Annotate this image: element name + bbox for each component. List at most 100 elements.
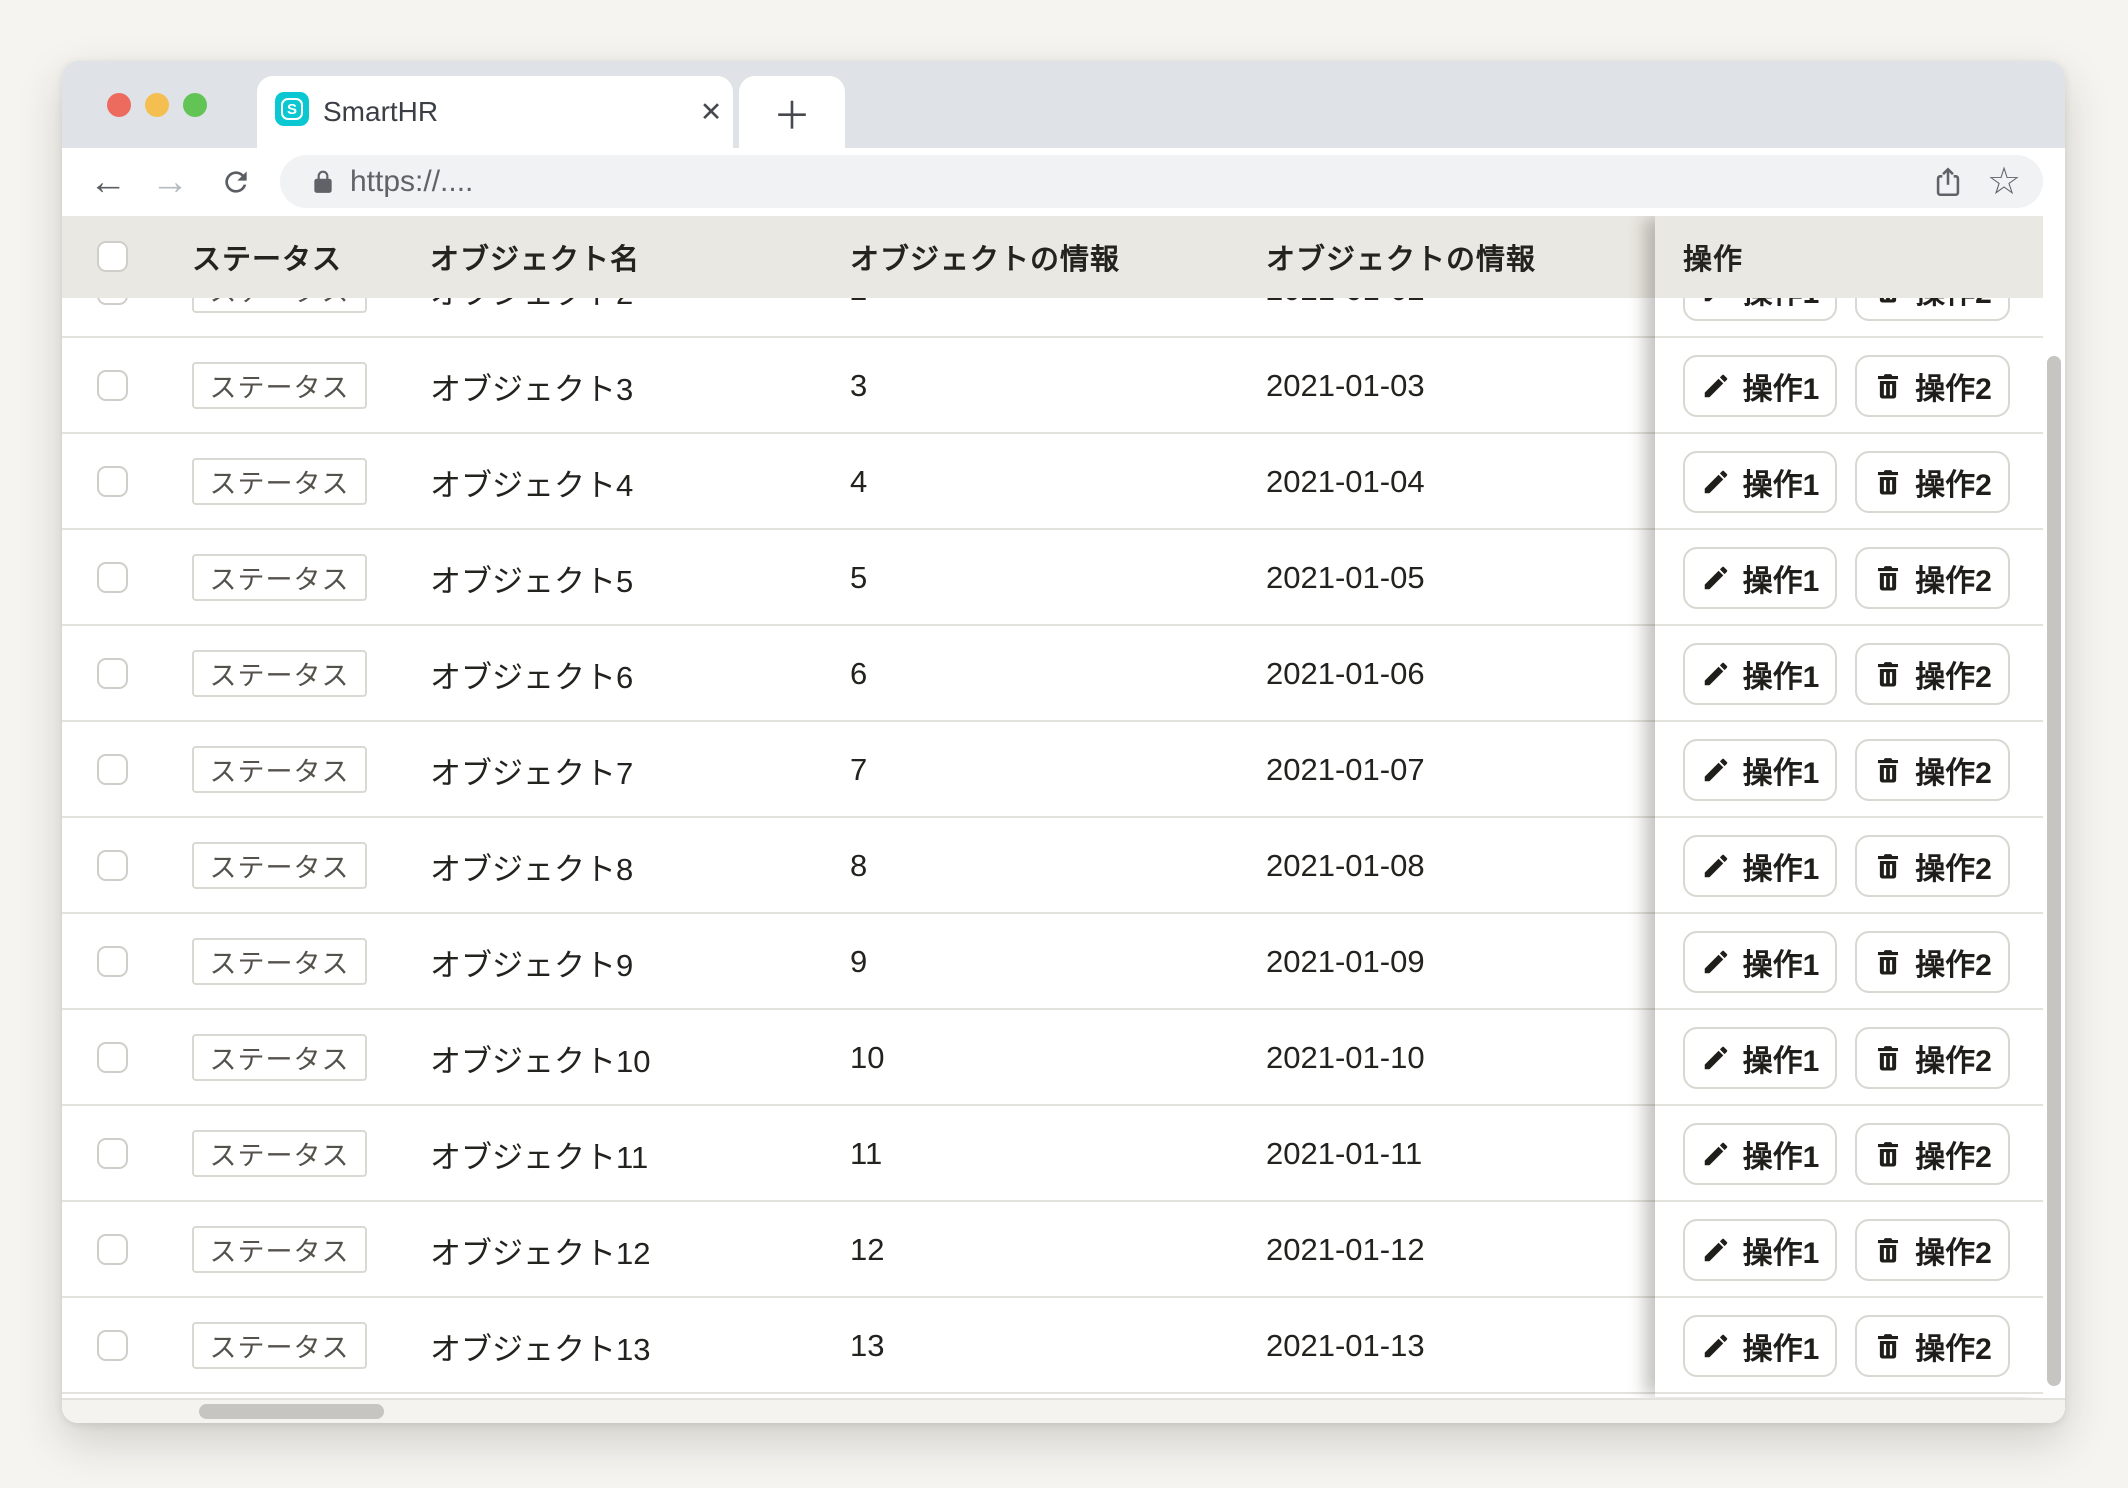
back-button[interactable]: ←: [84, 148, 132, 216]
row-checkbox[interactable]: [97, 562, 128, 593]
object-date-cell: 2021-01-13: [1266, 1298, 1425, 1394]
object-date-cell: 2021-01-12: [1266, 1202, 1425, 1298]
action1-button[interactable]: 操作1: [1683, 1027, 1837, 1089]
action1-button[interactable]: 操作1: [1683, 835, 1837, 897]
status-badge: ステータス: [192, 362, 367, 409]
action2-button[interactable]: 操作2: [1855, 355, 2010, 417]
browser-tab-bar: S SmartHR ✕ ＋: [62, 61, 2065, 148]
pinned-row: 操作1 操作2: [1655, 914, 2043, 1010]
reload-button[interactable]: [212, 148, 260, 216]
object-info-cell: 6: [850, 626, 867, 722]
vertical-scrollbar: [2043, 216, 2065, 1397]
bookmark-star-button[interactable]: ☆: [1980, 155, 2028, 208]
trash-icon: [1873, 947, 1903, 977]
horizontal-scrollbar-thumb[interactable]: [199, 1404, 384, 1419]
object-date-cell: 2021-01-04: [1266, 434, 1425, 530]
row-checkbox[interactable]: [97, 1042, 128, 1073]
column-header-object-name: オブジェクト名: [430, 216, 640, 298]
action1-button[interactable]: 操作1: [1683, 739, 1837, 801]
pencil-icon: [1701, 659, 1731, 689]
object-info-cell: 11: [850, 1106, 882, 1202]
traffic-light-zoom-button[interactable]: [183, 93, 207, 117]
status-badge: ステータス: [192, 1034, 367, 1081]
action2-button[interactable]: 操作2: [1855, 835, 2010, 897]
pinned-column-header: 操作: [1655, 216, 2043, 298]
row-checkbox[interactable]: [97, 1138, 128, 1169]
action2-button[interactable]: 操作2: [1855, 547, 2010, 609]
action2-button[interactable]: 操作2: [1855, 1315, 2010, 1377]
browser-nav-bar: ← → https://.... ☆: [62, 148, 2065, 216]
object-info-cell: 9: [850, 914, 867, 1010]
row-checkbox[interactable]: [97, 754, 128, 785]
browser-window: S SmartHR ✕ ＋ ← → https://....: [62, 61, 2065, 1423]
object-name-cell: オブジェクト8: [430, 818, 633, 914]
row-checkbox[interactable]: [97, 850, 128, 881]
smarthr-favicon-icon: S: [275, 92, 309, 126]
pinned-rows: 操作1 操作2 操作1 操作2: [1655, 242, 2043, 1394]
status-badge: ステータス: [192, 1226, 367, 1273]
pencil-icon: [1701, 1331, 1731, 1361]
tab-title: SmartHR: [323, 76, 438, 148]
url-field[interactable]: https://.... ☆: [280, 155, 2043, 208]
action2-button[interactable]: 操作2: [1855, 931, 2010, 993]
pinned-row: 操作1 操作2: [1655, 338, 2043, 434]
vertical-scrollbar-thumb[interactable]: [2047, 356, 2061, 1386]
row-checkbox[interactable]: [97, 658, 128, 689]
object-date-cell: 2021-01-08: [1266, 818, 1425, 914]
action2-button[interactable]: 操作2: [1855, 1027, 2010, 1089]
object-name-cell: オブジェクト10: [430, 1010, 650, 1106]
new-tab-button[interactable]: ＋: [739, 76, 845, 148]
pencil-icon: [1701, 1139, 1731, 1169]
action1-button[interactable]: 操作1: [1683, 931, 1837, 993]
pinned-row: 操作1 操作2: [1655, 1202, 2043, 1298]
pinned-row: 操作1 操作2: [1655, 1010, 2043, 1106]
object-name-cell: オブジェクト12: [430, 1202, 650, 1298]
object-info-cell: 7: [850, 722, 867, 818]
row-checkbox[interactable]: [97, 1330, 128, 1361]
object-name-cell: オブジェクト9: [430, 914, 633, 1010]
column-header-status: ステータス: [192, 216, 342, 298]
action1-button[interactable]: 操作1: [1683, 1123, 1837, 1185]
column-header-object-info-1: オブジェクトの情報: [850, 216, 1120, 298]
browser-tab[interactable]: S SmartHR ✕: [257, 76, 733, 148]
action2-button[interactable]: 操作2: [1855, 1219, 2010, 1281]
trash-icon: [1873, 1331, 1903, 1361]
table-container: ステータス オブジェクト2 2 2021-01-02 ステータス オブジェクト3…: [62, 216, 2065, 1423]
status-badge: ステータス: [192, 746, 367, 793]
share-button[interactable]: [1926, 155, 1970, 208]
lock-icon: [310, 155, 336, 208]
forward-button[interactable]: →: [146, 148, 194, 216]
object-info-cell: 12: [850, 1202, 884, 1298]
row-checkbox[interactable]: [97, 466, 128, 497]
traffic-light-minimize-button[interactable]: [145, 93, 169, 117]
column-header-object-info-2: オブジェクトの情報: [1266, 216, 1536, 298]
action1-button[interactable]: 操作1: [1683, 1219, 1837, 1281]
pencil-icon: [1701, 1043, 1731, 1073]
action2-button[interactable]: 操作2: [1855, 1123, 2010, 1185]
trash-icon: [1873, 851, 1903, 881]
trash-icon: [1873, 371, 1903, 401]
action1-button[interactable]: 操作1: [1683, 547, 1837, 609]
object-date-cell: 2021-01-03: [1266, 338, 1425, 434]
tab-close-button[interactable]: ✕: [689, 76, 733, 148]
action1-button[interactable]: 操作1: [1683, 451, 1837, 513]
select-all-checkbox[interactable]: [97, 241, 128, 272]
status-badge: ステータス: [192, 554, 367, 601]
object-date-cell: 2021-01-06: [1266, 626, 1425, 722]
pencil-icon: [1701, 563, 1731, 593]
action2-button[interactable]: 操作2: [1855, 739, 2010, 801]
row-checkbox[interactable]: [97, 1234, 128, 1265]
action1-button[interactable]: 操作1: [1683, 643, 1837, 705]
action2-button[interactable]: 操作2: [1855, 643, 2010, 705]
object-name-cell: オブジェクト11: [430, 1106, 648, 1202]
action2-button[interactable]: 操作2: [1855, 451, 2010, 513]
object-date-cell: 2021-01-11: [1266, 1106, 1422, 1202]
action1-button[interactable]: 操作1: [1683, 1315, 1837, 1377]
horizontal-scrollbar: [62, 1398, 2065, 1423]
column-header-actions: 操作: [1683, 216, 1743, 298]
row-checkbox[interactable]: [97, 946, 128, 977]
traffic-light-close-button[interactable]: [107, 93, 131, 117]
row-checkbox[interactable]: [97, 370, 128, 401]
action1-button[interactable]: 操作1: [1683, 355, 1837, 417]
pinned-row: 操作1 操作2: [1655, 530, 2043, 626]
